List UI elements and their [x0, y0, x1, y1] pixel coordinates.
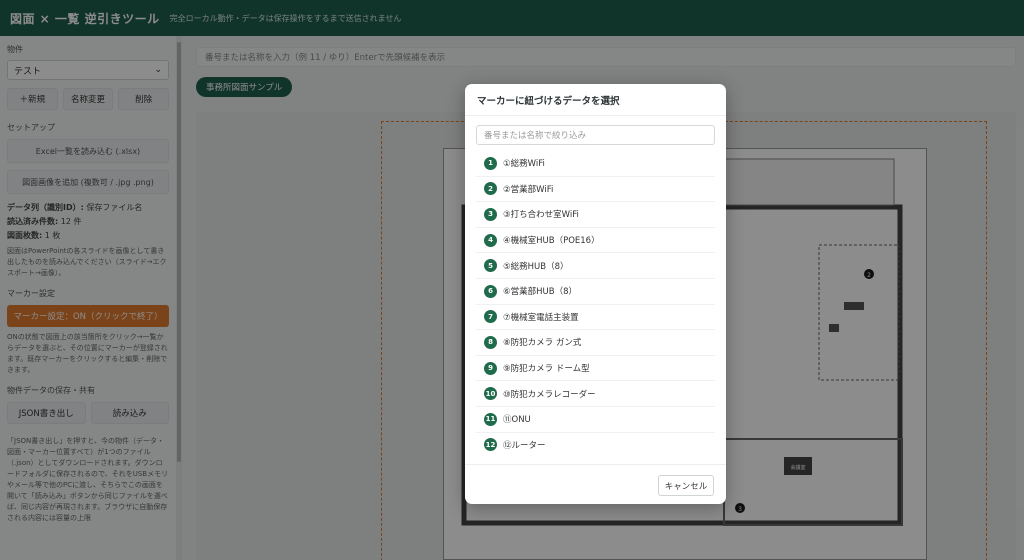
data-list: 1 ①総務WiFi 2 ②営業部WiFi 3 ③打ち合わせ室WiFi 4 ④機械室HUB… [476, 151, 715, 456]
list-item[interactable]: 10 ⑩防犯カメラレコーダー [476, 381, 715, 407]
item-number-badge: 9 [484, 361, 497, 375]
item-number-badge: 6 [484, 284, 497, 298]
list-item[interactable]: 7 ⑦機械室電話主装置 [476, 305, 715, 331]
select-data-modal: マーカーに紐づけるデータを選択 番号または名称で絞り込み 1 ①総務WiFi 2②… [465, 84, 726, 504]
list-item[interactable]: 4 ④機械室HUB（POE16） [476, 228, 715, 254]
item-label: ④機械室HUB（POE16） [503, 236, 600, 247]
item-label: ⑦機械室電話主装置 [503, 312, 579, 323]
list-item[interactable]: 2 ②営業部WiFi [476, 177, 715, 203]
item-label: ⑩防犯カメラレコーダー [503, 389, 596, 400]
list-item[interactable]: 3 ③打ち合わせ室WiFi [476, 202, 715, 228]
filter-input[interactable]: 番号または名称で絞り込み [476, 125, 715, 145]
item-label: ⑫ルーター [503, 440, 546, 451]
list-item[interactable]: 6 ⑥営業部HUB（8） [476, 279, 715, 305]
item-label: ⑪ONU [503, 415, 531, 426]
item-number-badge: 4 [484, 233, 497, 247]
item-number-badge: 3 [484, 207, 497, 221]
item-number-badge: 8 [484, 335, 497, 349]
item-label: ⑨防犯カメラ ドーム型 [503, 364, 590, 375]
item-label: ③打ち合わせ室WiFi [503, 210, 579, 221]
cancel-button[interactable]: キャンセル [658, 475, 714, 496]
item-label: ①総務WiFi [503, 159, 545, 170]
item-number-badge: 5 [484, 259, 497, 273]
item-number-badge: 1 [484, 156, 497, 170]
item-number-badge: 7 [484, 310, 497, 324]
list-item[interactable]: 9 ⑨防犯カメラ ドーム型 [476, 356, 715, 382]
modal-title: マーカーに紐づけるデータを選択 [465, 84, 726, 116]
list-item[interactable]: 5 ⑤総務HUB（8） [476, 253, 715, 279]
list-item[interactable]: 8 ⑧防犯カメラ ガン式 [476, 330, 715, 356]
item-label: ⑥営業部HUB（8） [503, 287, 577, 298]
list-item[interactable]: 11 ⑪ONU [476, 407, 715, 433]
item-number-badge: 10 [484, 387, 497, 401]
item-number-badge: 12 [484, 438, 497, 452]
modal-footer: キャンセル [465, 464, 726, 504]
item-label: ⑤総務HUB（8） [503, 261, 569, 272]
item-label: ⑧防犯カメラ ガン式 [503, 338, 582, 349]
list-item[interactable]: 12 ⑫ルーター [476, 433, 715, 456]
item-number-badge: 11 [484, 412, 497, 426]
item-number-badge: 2 [484, 182, 497, 196]
item-label: ②営業部WiFi [503, 184, 554, 195]
list-item[interactable]: 1 ①総務WiFi [476, 151, 715, 177]
